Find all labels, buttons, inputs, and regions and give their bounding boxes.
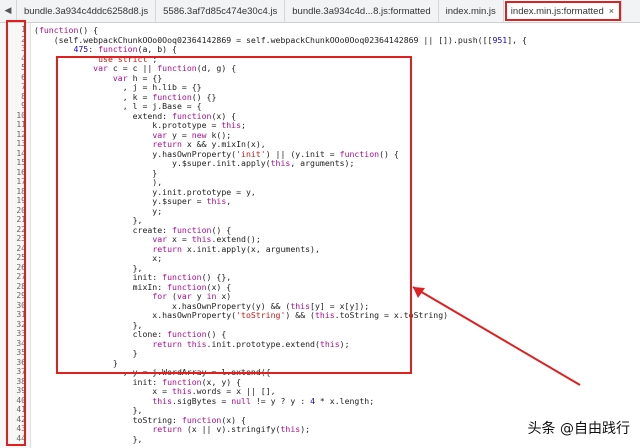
annotation-arrow: [412, 286, 581, 386]
watermark: 头条 @自由践行: [527, 421, 630, 437]
